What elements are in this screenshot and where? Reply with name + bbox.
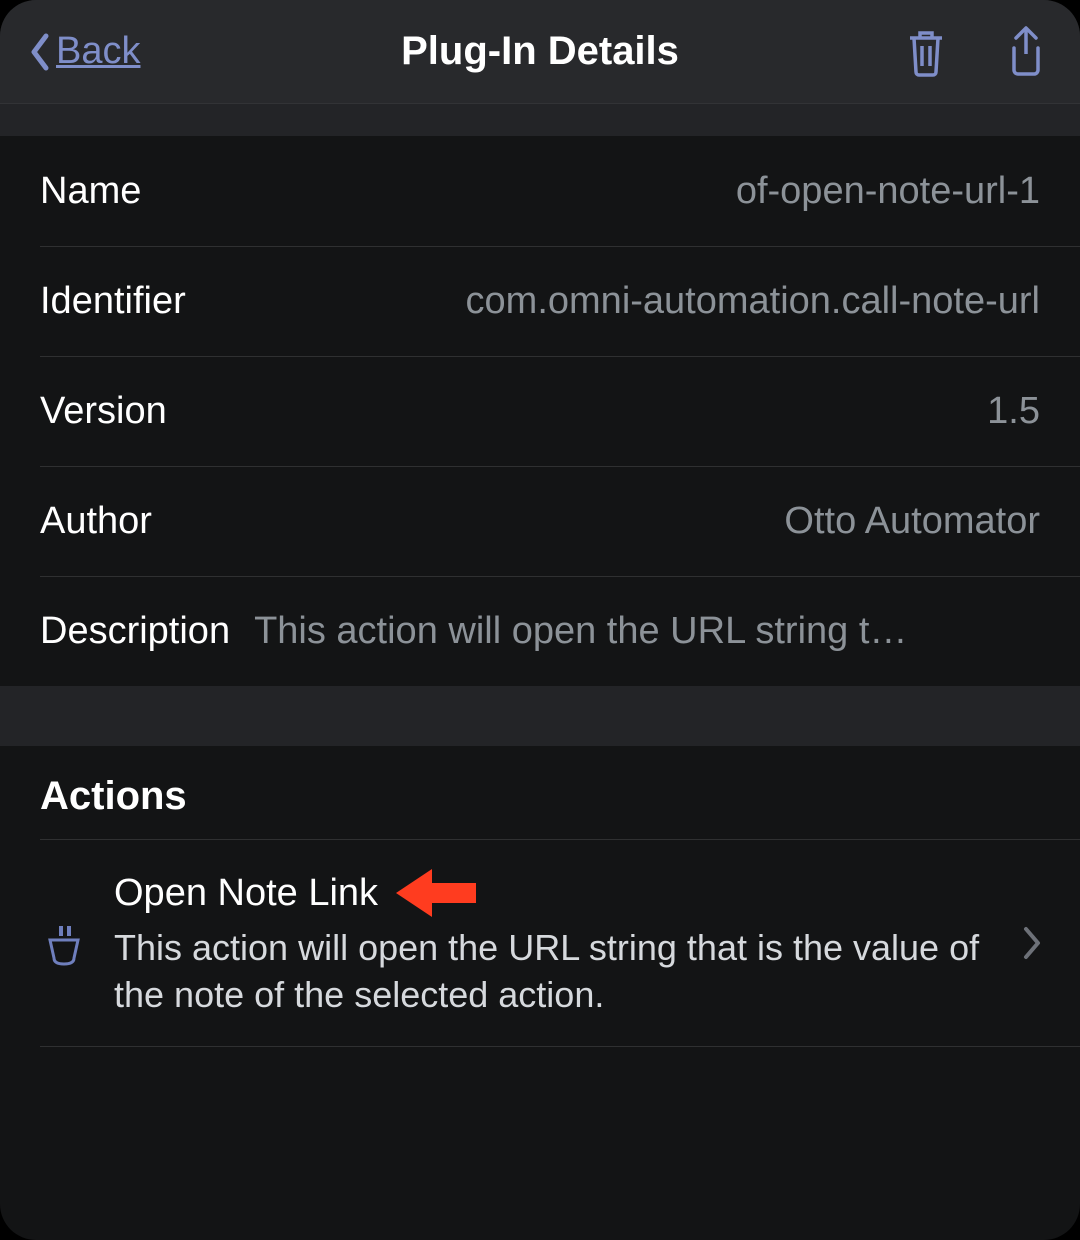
author-value: Otto Automator [176, 500, 1040, 543]
row-name: Name of-open-note-url-1 [0, 136, 1080, 246]
share-button[interactable] [1000, 24, 1052, 80]
plugin-details-sheet: Back Plug-In Details [0, 0, 1080, 1240]
name-value: of-open-note-url-1 [165, 170, 1040, 213]
back-label: Back [56, 30, 140, 73]
section-gap [0, 104, 1080, 136]
author-label: Author [40, 500, 152, 543]
details-section: Name of-open-note-url-1 Identifier com.o… [0, 136, 1080, 686]
action-title: Open Note Link [114, 872, 378, 915]
row-description: Description This action will open the UR… [0, 576, 1080, 686]
action-row-open-note-link[interactable]: Open Note Link This action will open the… [0, 839, 1080, 1047]
chevron-left-icon [28, 32, 52, 72]
description-label: Description [40, 610, 230, 653]
identifier-value: com.omni-automation.call-note-url [210, 280, 1040, 323]
version-label: Version [40, 390, 167, 433]
row-author: Author Otto Automator [0, 466, 1080, 576]
row-version: Version 1.5 [0, 356, 1080, 466]
trash-button[interactable] [900, 24, 952, 80]
back-button[interactable]: Back [28, 30, 140, 73]
section-gap [0, 686, 1080, 746]
plugin-action-icon [40, 918, 88, 968]
action-description: This action will open the URL string tha… [114, 925, 1012, 1019]
description-value: This action will open the URL string t… [254, 610, 1040, 653]
action-text: Open Note Link This action will open the… [114, 867, 1012, 1019]
page-title: Plug-In Details [401, 29, 679, 74]
navbar: Back Plug-In Details [0, 0, 1080, 104]
actions-header: Actions [0, 746, 1080, 839]
identifier-label: Identifier [40, 280, 186, 323]
nav-actions [900, 24, 1052, 80]
chevron-right-icon [1012, 925, 1052, 961]
version-value: 1.5 [191, 390, 1040, 433]
name-label: Name [40, 170, 141, 213]
row-identifier: Identifier com.omni-automation.call-note… [0, 246, 1080, 356]
annotation-arrow-icon [396, 867, 476, 919]
